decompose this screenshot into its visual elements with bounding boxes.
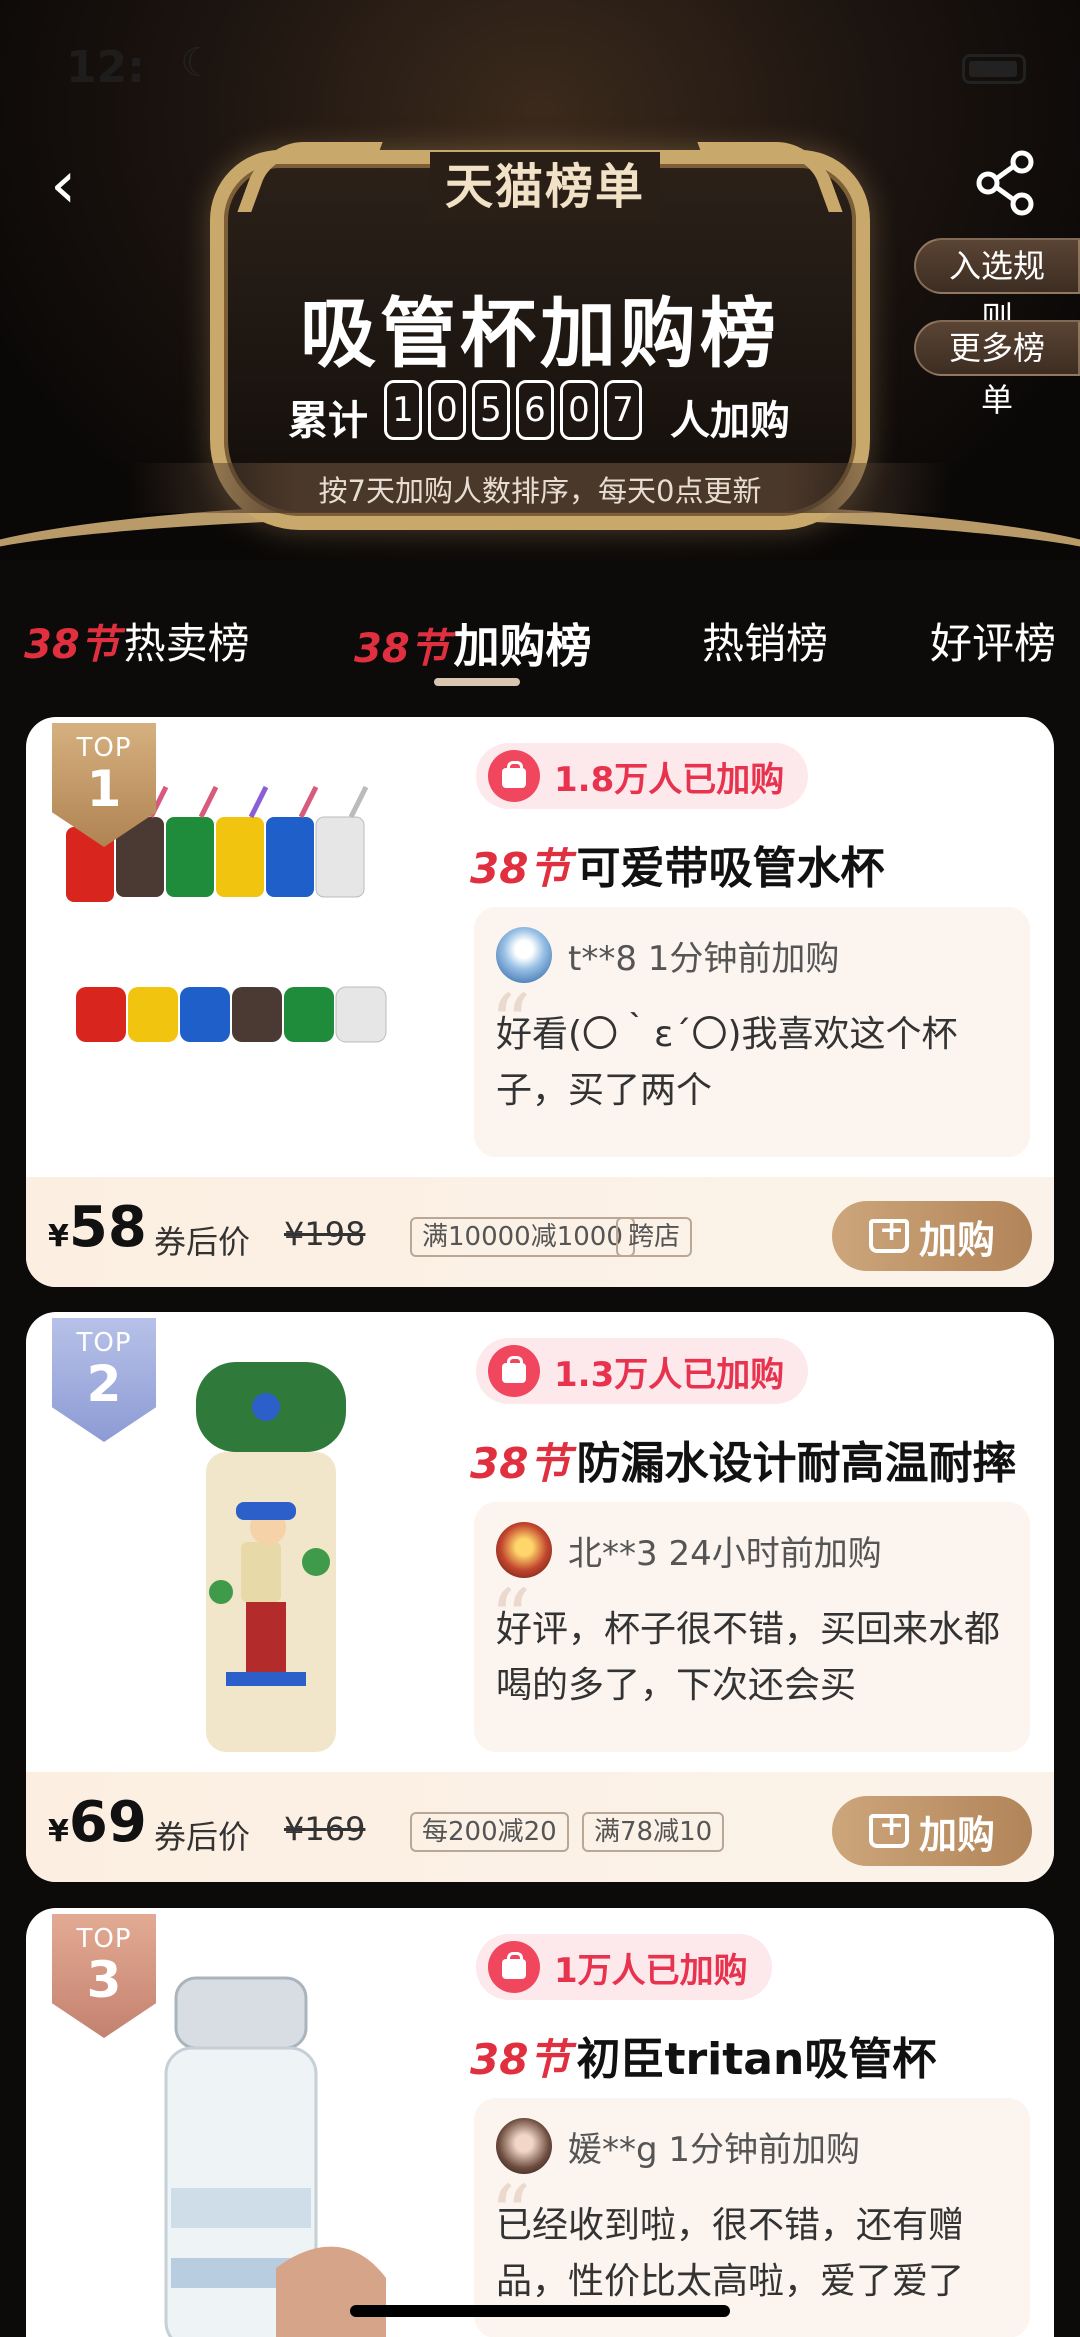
counter-digits: 1 0 5 6 0 7: [384, 380, 642, 440]
promo-tag: 每200减20: [410, 1812, 569, 1852]
product-title-text: 防漏水设计耐高温耐摔: [576, 1438, 1017, 1489]
review-text: 好评，杯子很不错，买回来水都喝的多了，下次还会买: [496, 1609, 1001, 1706]
price-bar: ¥58 券后价 ¥198 满10000减1000 跨店 加购: [26, 1177, 1054, 1287]
price: ¥58: [48, 1195, 147, 1260]
review-box: t**8 1分钟前加购 “ 好看(〇｀ε´〇)我喜欢这个杯子，买了两个: [474, 907, 1030, 1157]
home-indicator[interactable]: [350, 2305, 730, 2317]
tab-label: 加购榜: [453, 619, 592, 673]
more-rankings-button[interactable]: 更多榜单: [914, 320, 1080, 419]
product-card[interactable]: TOP 3 1万人已加购 38节 初臣tritan吸管杯 媛**g 1分钟前加购 …: [26, 1908, 1054, 2337]
festival-mark: 38节: [470, 844, 571, 893]
product-title-text: 可爱带吸管水杯: [576, 843, 885, 894]
counter-digit: 0: [560, 380, 598, 440]
avatar: [496, 2118, 552, 2174]
add-to-cart-button[interactable]: 加购: [832, 1201, 1032, 1271]
counter-suffix: 人加购: [670, 398, 790, 444]
product-title[interactable]: 38节 防漏水设计耐高温耐摔: [470, 1427, 1050, 1497]
status-bar: 12: ☾: [0, 0, 1080, 130]
promo-tag: 满78减10: [582, 1812, 725, 1852]
badge-rank: 3: [86, 1951, 122, 2009]
add-to-cart-label: 加购: [918, 1812, 995, 1857]
original-price: ¥198: [284, 1215, 366, 1253]
counter-digit: 1: [384, 380, 422, 440]
after-coupon-label: 券后价: [154, 1223, 251, 1261]
festival-mark: 38节: [470, 1439, 571, 1488]
badge-rank: 1: [86, 760, 122, 818]
product-title[interactable]: 38节 可爱带吸管水杯: [470, 832, 1050, 902]
review-user: 媛**g 1分钟前加购: [568, 2129, 861, 2170]
moon-icon: ☾: [180, 40, 216, 86]
review-user: 北**3 24小时前加购: [568, 1533, 882, 1574]
currency-symbol: ¥: [48, 1814, 69, 1849]
add-counter: 累计 1 0 5 6 0 7 人加购: [280, 380, 840, 450]
product-title-text: 初臣tritan吸管杯: [576, 2034, 937, 2085]
price: ¥69: [48, 1790, 147, 1855]
review-text: 好看(〇｀ε´〇)我喜欢这个杯子，买了两个: [496, 1014, 958, 1111]
counter-prefix: 累计: [288, 398, 368, 444]
currency-symbol: ¥: [48, 1219, 69, 1254]
tab-best-sales[interactable]: 热销榜: [702, 610, 828, 671]
bag-icon: [488, 750, 540, 802]
tab-hot-selling[interactable]: 38节热卖榜: [24, 610, 250, 671]
review-header: 北**3 24小时前加购: [496, 1520, 882, 1580]
badge-rank: 2: [86, 1355, 122, 1413]
price-bar: ¥69 券后价 ¥169 每200减20 满78减10 加购: [26, 1772, 1054, 1882]
counter-digit: 6: [516, 380, 554, 440]
after-coupon-label: 券后价: [154, 1818, 251, 1856]
ranking-header: 12: ☾ 天猫榜单 ‹ 入选规则 更多榜单 吸管杯加购榜 累计 1 0 5 6…: [0, 0, 1080, 560]
avatar: [496, 1522, 552, 1578]
review-box: 媛**g 1分钟前加购 “ 已经收到啦，很不错，还有赠品，性价比太高啦，爱了爱了: [474, 2098, 1030, 2337]
review-header: 媛**g 1分钟前加购: [496, 2116, 860, 2176]
badge-top-label: TOP: [76, 733, 132, 763]
active-tab-indicator: [434, 678, 520, 686]
page-title: 吸管杯加购榜: [300, 289, 780, 378]
counter-digit: 7: [604, 380, 642, 440]
promo-tag: 跨店: [616, 1217, 693, 1257]
status-time: 12:: [66, 42, 145, 93]
added-count-badge: 1万人已加购: [476, 1934, 772, 2000]
add-to-cart-label: 加购: [918, 1217, 995, 1262]
added-count: 1.3万人已加购: [554, 1354, 785, 1395]
badge-top-label: TOP: [76, 1924, 132, 1954]
promo-tag: 满10000减1000: [410, 1217, 635, 1257]
cart-icon: [868, 1213, 909, 1253]
original-price: ¥169: [284, 1810, 366, 1848]
tab-good-reviews[interactable]: 好评榜: [930, 610, 1056, 671]
counter-digit: 5: [472, 380, 510, 440]
share-icon[interactable]: [970, 148, 1040, 218]
price-amount: 69: [68, 1790, 147, 1855]
tab-add-to-cart[interactable]: 38节加购榜: [354, 610, 592, 676]
badge-top-label: TOP: [76, 1328, 132, 1358]
review-box: 北**3 24小时前加购 “ 好评，杯子很不错，买回来水都喝的多了，下次还会买: [474, 1502, 1030, 1752]
product-card[interactable]: TOP 2 1.3万人已加购 38节 防漏水设计耐高温耐摔 北**3 24小时前加…: [26, 1312, 1054, 1882]
review-header: t**8 1分钟前加购: [496, 925, 839, 985]
added-count: 1万人已加购: [554, 1950, 748, 1991]
festival-mark: 38节: [24, 622, 120, 668]
tab-label: 热卖榜: [123, 619, 250, 668]
back-icon[interactable]: ‹: [50, 150, 110, 220]
bag-icon: [488, 1941, 540, 1993]
review-text: 已经收到啦，很不错，还有赠品，性价比太高啦，爱了爱了: [496, 2205, 965, 2302]
product-card[interactable]: TOP 1 1.8万人已加购 38节 可爱带吸管水杯 t**8 1分钟前加购 “ …: [26, 717, 1054, 1287]
tmall-ranking-logo: 天猫榜单: [430, 152, 660, 222]
battery-icon: [962, 54, 1026, 84]
added-count-badge: 1.3万人已加购: [476, 1338, 809, 1404]
add-to-cart-button[interactable]: 加购: [832, 1796, 1032, 1866]
avatar: [496, 927, 552, 983]
counter-digit: 0: [428, 380, 466, 440]
added-count-badge: 1.8万人已加购: [476, 743, 809, 809]
product-title[interactable]: 38节 初臣tritan吸管杯: [470, 2023, 1050, 2093]
festival-mark: 38节: [470, 2035, 571, 2084]
selection-rules-button[interactable]: 入选规则: [914, 238, 1080, 337]
cart-icon: [868, 1808, 909, 1848]
ranking-rule-subtitle: 按7天加购人数排序，每天0点更新: [318, 474, 762, 508]
added-count: 1.8万人已加购: [554, 759, 785, 800]
review-user: t**8 1分钟前加购: [568, 938, 840, 979]
price-amount: 58: [68, 1195, 147, 1260]
festival-mark: 38节: [354, 626, 450, 672]
bag-icon: [488, 1345, 540, 1397]
ranking-tabs: 38节热卖榜 38节加购榜 热销榜 好评榜: [0, 590, 1080, 700]
